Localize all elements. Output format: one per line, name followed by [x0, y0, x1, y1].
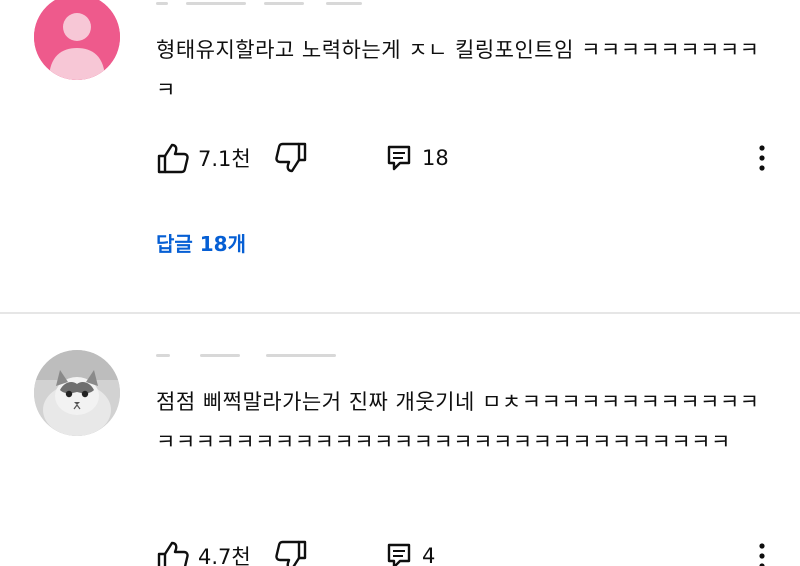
comment-item: 점점 삐쩍말라가는거 진짜 개웃기네 ㅁㅊㅋㅋㅋㅋㅋㅋㅋㅋㅋㅋㅋㅋㅋㅋㅋㅋㅋㅋㅋ…	[0, 318, 800, 566]
like-button[interactable]: 7.1천	[156, 138, 251, 178]
divider	[0, 312, 800, 314]
comment-list: 형태유지할라고 노력하는게 ㅈㄴ 킬링포인트임 ㅋㅋㅋㅋㅋㅋㅋㅋㅋㅋ 7.1천	[0, 0, 800, 566]
default-avatar-icon	[34, 0, 120, 80]
cat-avatar-icon	[34, 350, 120, 436]
like-icon	[157, 143, 189, 174]
comment-item: 형태유지할라고 노력하는게 ㅈㄴ 킬링포인트임 ㅋㅋㅋㅋㅋㅋㅋㅋㅋㅋ 7.1천	[0, 0, 800, 310]
reply-button[interactable]: 18	[386, 138, 449, 178]
avatar[interactable]	[34, 350, 120, 436]
reply-icon	[387, 543, 411, 566]
view-replies-link[interactable]: 답글 18개	[156, 228, 246, 257]
more-icon	[759, 145, 765, 171]
dislike-button[interactable]	[274, 536, 308, 566]
author-name[interactable]	[156, 346, 376, 366]
author-name[interactable]	[156, 0, 376, 10]
dislike-icon	[275, 540, 307, 566]
reply-count: 18	[422, 146, 449, 170]
like-icon	[157, 541, 189, 566]
comment-text: 형태유지할라고 노력하는게 ㅈㄴ 킬링포인트임 ㅋㅋㅋㅋㅋㅋㅋㅋㅋㅋ	[156, 38, 760, 102]
comment-actions: 7.1천 18	[156, 138, 796, 178]
reply-icon	[387, 145, 411, 171]
reply-count: 4	[422, 544, 436, 566]
more-options-button[interactable]	[750, 138, 774, 178]
dislike-icon	[275, 142, 307, 173]
reply-button[interactable]: 4	[386, 536, 435, 566]
like-button[interactable]: 4.7천	[156, 536, 251, 566]
like-count: 4.7천	[198, 545, 251, 566]
more-options-button[interactable]	[750, 536, 774, 566]
comment-actions: 4.7천 4	[156, 536, 796, 566]
dislike-button[interactable]	[274, 138, 308, 178]
like-count: 7.1천	[198, 147, 251, 171]
avatar[interactable]	[34, 0, 120, 80]
comment-text: 점점 삐쩍말라가는거 진짜 개웃기네 ㅁㅊㅋㅋㅋㅋㅋㅋㅋㅋㅋㅋㅋㅋㅋㅋㅋㅋㅋㅋㅋ…	[156, 390, 760, 454]
more-icon	[759, 543, 765, 566]
